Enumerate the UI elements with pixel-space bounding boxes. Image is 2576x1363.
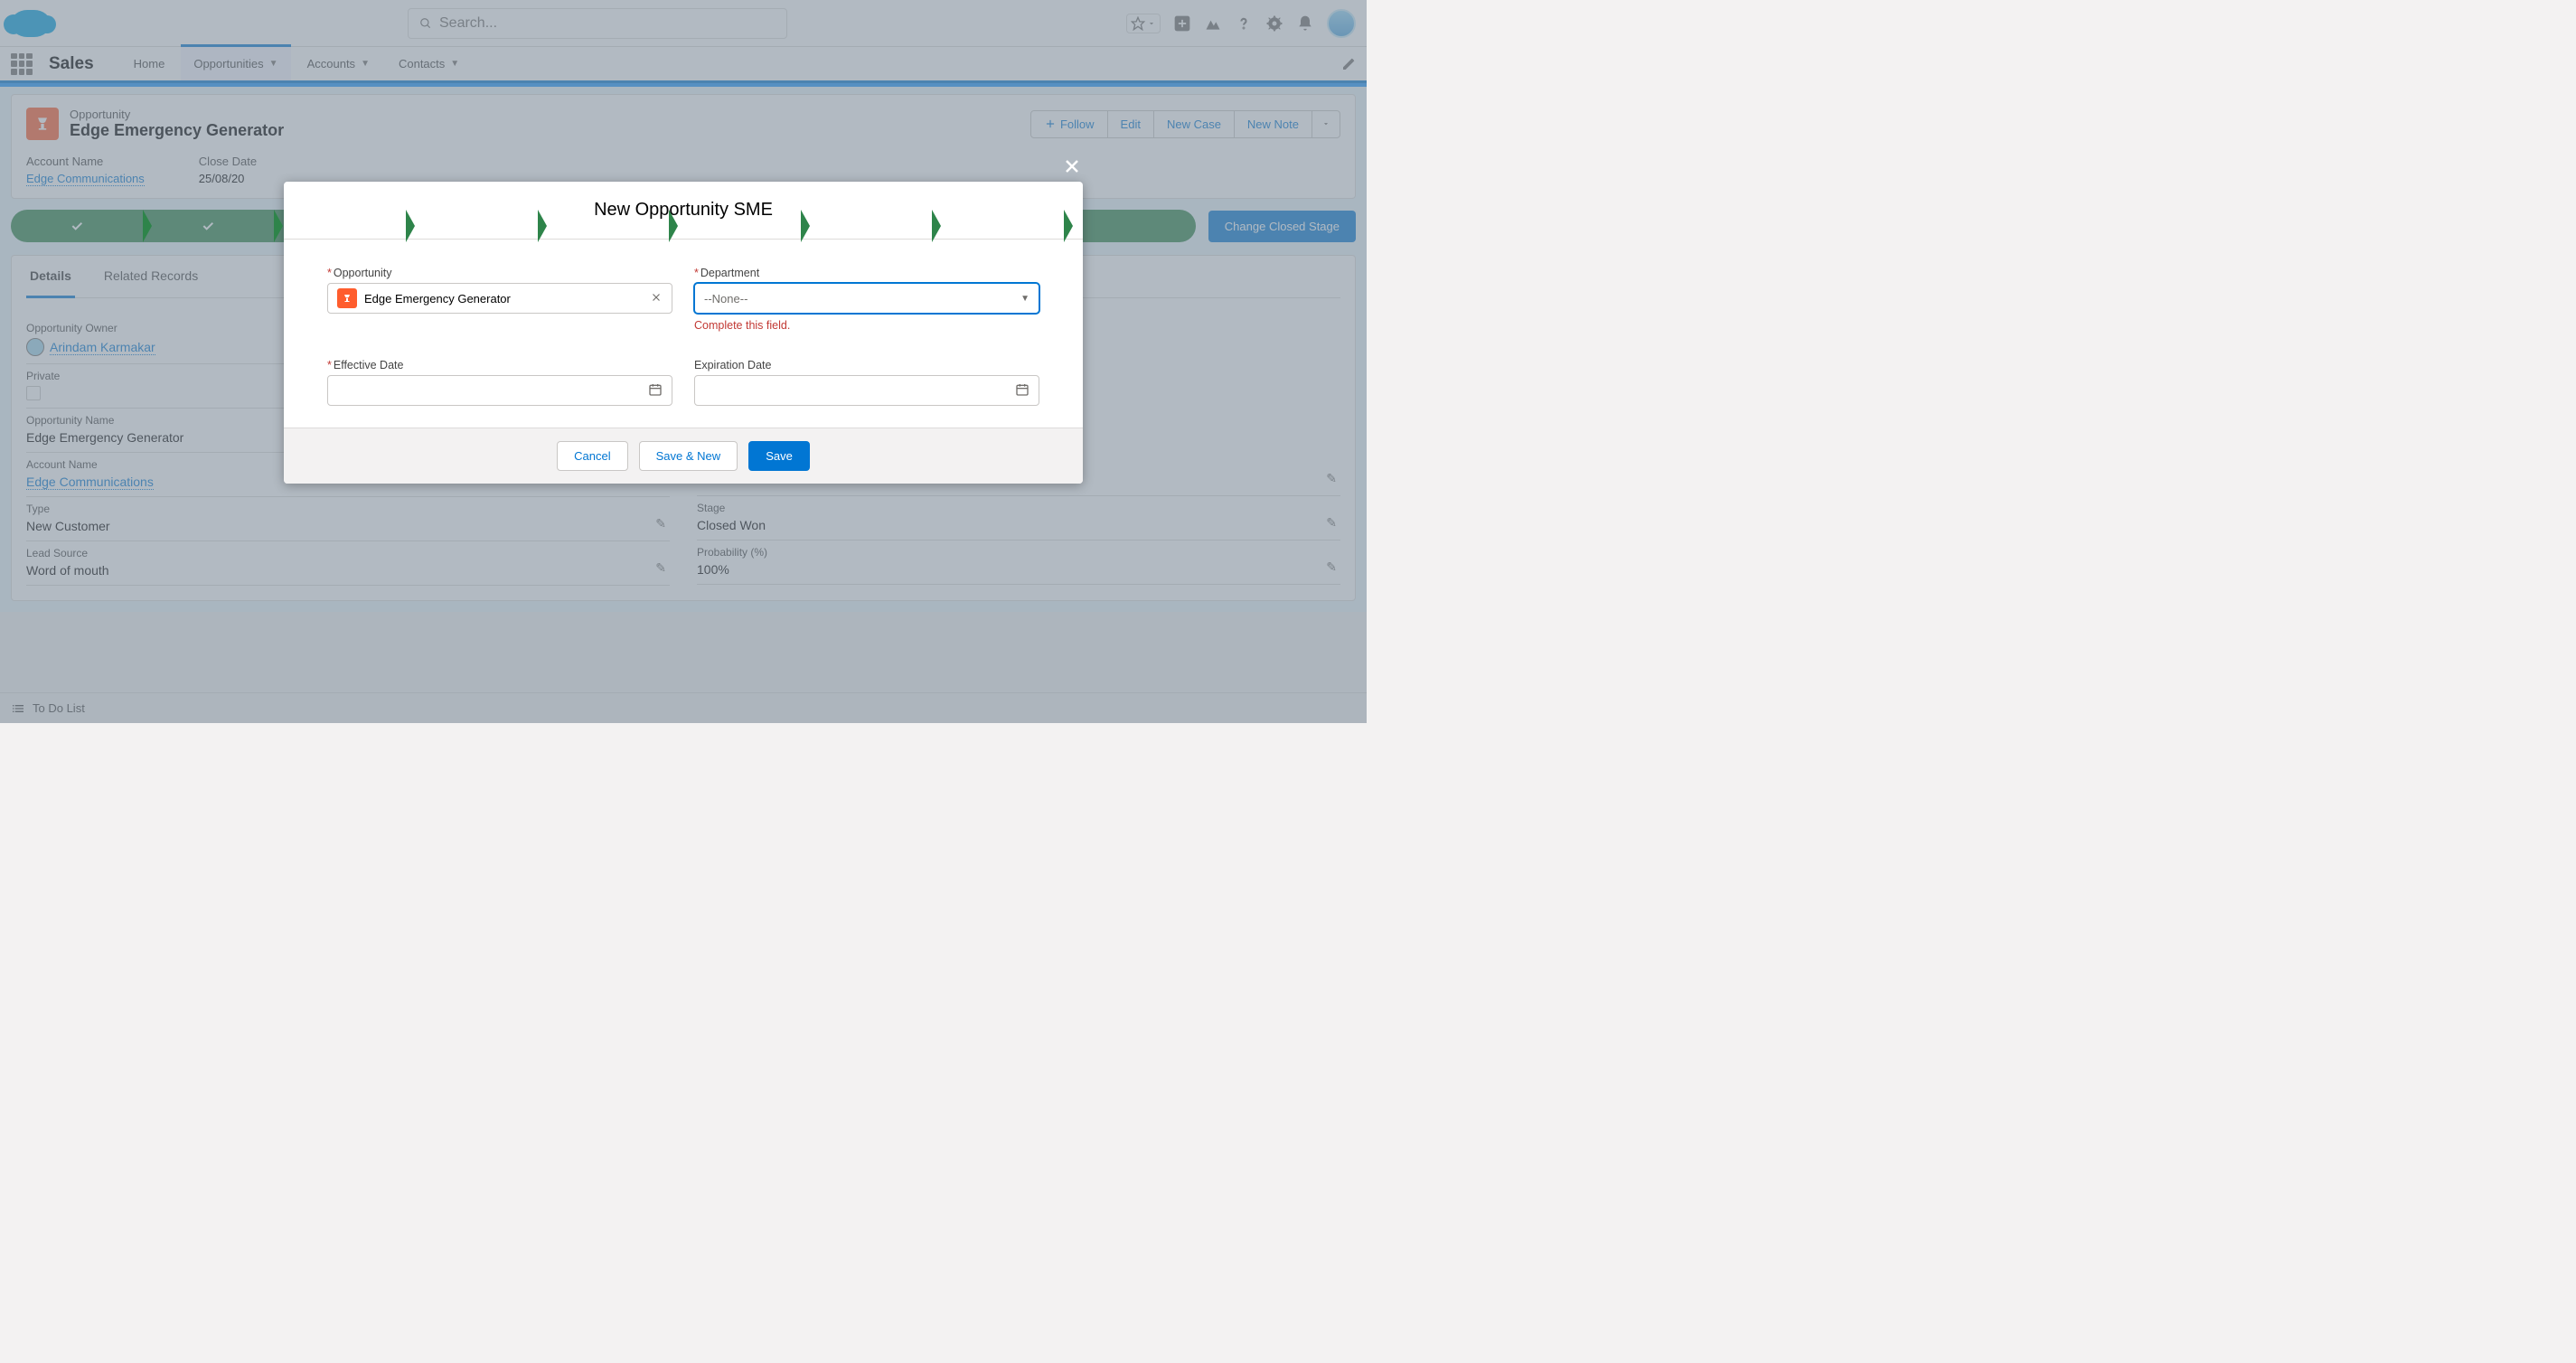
department-error: Complete this field. [694,319,1039,332]
remove-pill-button[interactable] [650,289,663,308]
chevron-down-icon: ▼ [1020,294,1029,304]
expiration-date-field: Expiration Date [694,359,1039,406]
effective-date-label: Effective Date [327,359,672,371]
department-field: Department --None-- ▼ Complete this fiel… [694,267,1039,332]
effective-date-input[interactable] [327,375,672,406]
opportunity-field: Opportunity Edge Emergency Generator [327,267,672,332]
opportunity-label: Opportunity [327,267,672,279]
new-opportunity-sme-modal: New Opportunity SME Opportunity Edge Eme… [284,182,1083,484]
calendar-icon [648,382,663,400]
opportunity-icon [337,288,357,308]
calendar-icon [1015,382,1029,400]
expiration-date-label: Expiration Date [694,359,1039,371]
opportunity-lookup[interactable]: Edge Emergency Generator [327,283,672,314]
expiration-date-input[interactable] [694,375,1039,406]
cancel-button[interactable]: Cancel [557,441,627,471]
modal-footer: Cancel Save & New Save [284,428,1083,484]
department-label: Department [694,267,1039,279]
modal-title: New Opportunity SME [284,182,1083,240]
close-icon [650,291,663,304]
department-value: --None-- [704,292,747,306]
department-select[interactable]: --None-- ▼ [694,283,1039,314]
modal-close-button[interactable] [1061,155,1083,183]
close-icon [1061,155,1083,177]
save-button[interactable]: Save [748,441,810,471]
effective-date-field: Effective Date [327,359,672,406]
save-and-new-button[interactable]: Save & New [639,441,738,471]
opportunity-pill-text: Edge Emergency Generator [364,292,511,306]
